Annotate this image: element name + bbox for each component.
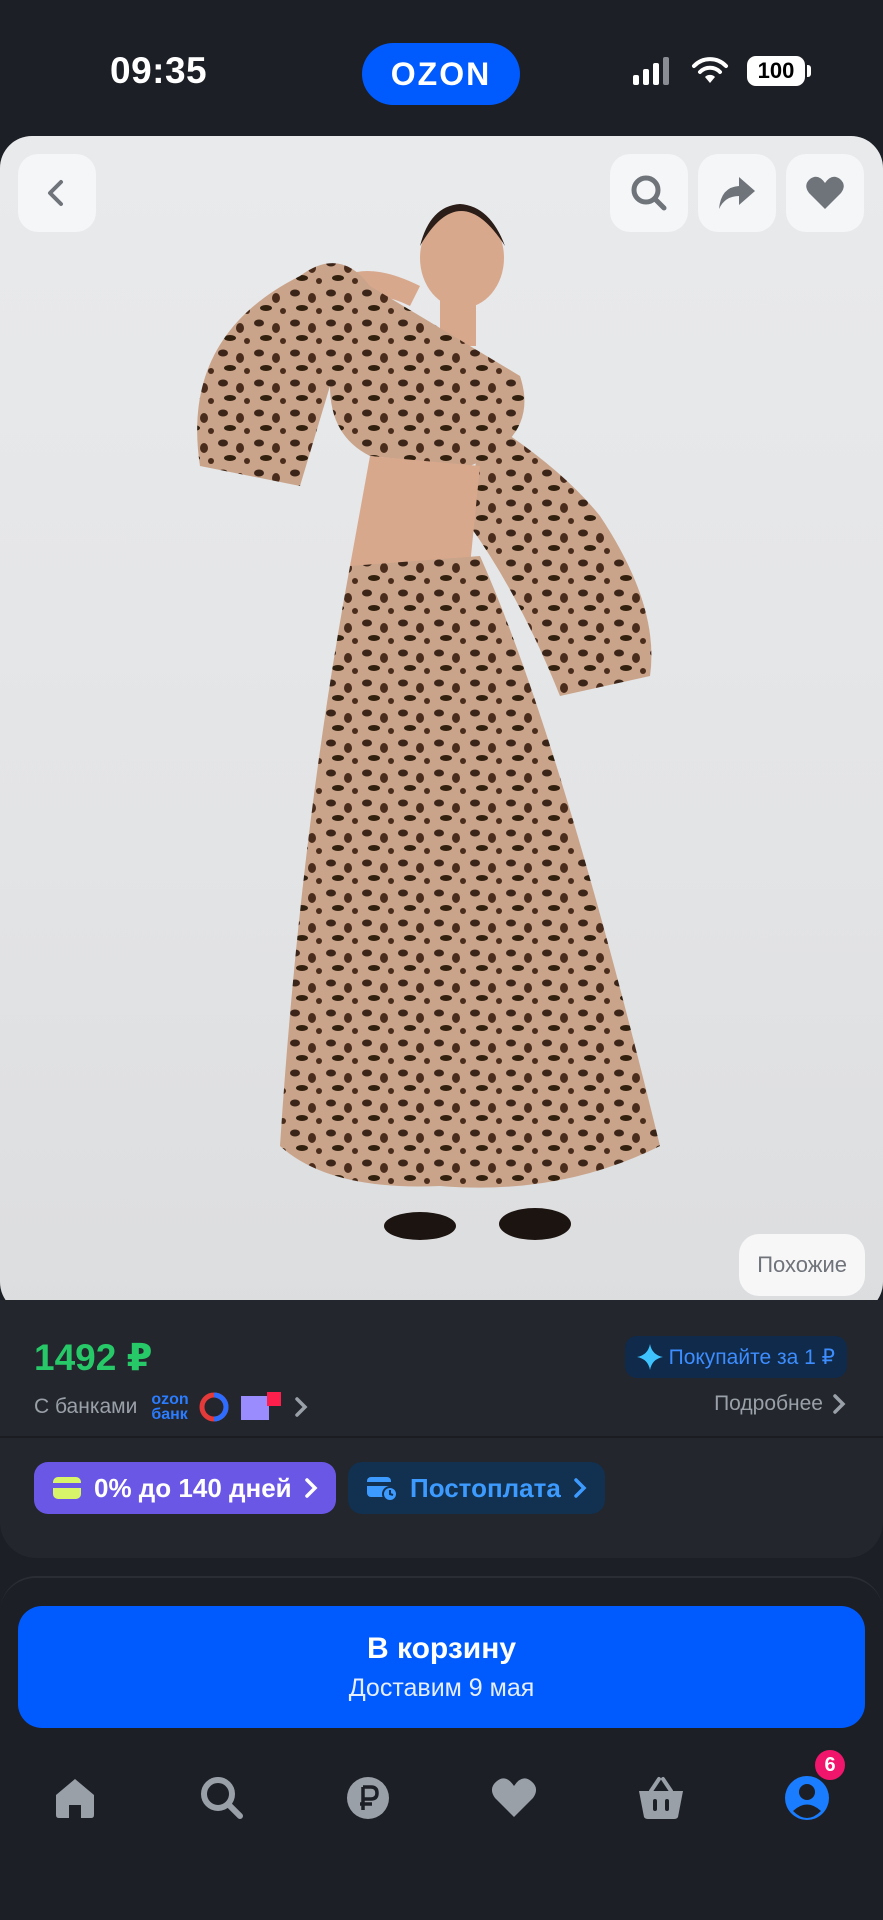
- more-label: Подробнее: [714, 1392, 823, 1415]
- ruble-icon: [347, 1777, 389, 1819]
- promo-label: Покупайте за 1 ₽: [668, 1345, 835, 1369]
- ozon-bank-logo-line1: ozon: [151, 1391, 189, 1408]
- profile-icon: [785, 1776, 829, 1820]
- banks-label: С банками: [34, 1395, 138, 1418]
- banks-row[interactable]: С банками ozon банк: [34, 1391, 309, 1423]
- signal-icon: [633, 57, 669, 85]
- ozon-logo: OZON: [362, 43, 520, 105]
- search-button[interactable]: [610, 154, 688, 232]
- tab-profile[interactable]: 6: [767, 1748, 847, 1838]
- share-button[interactable]: [698, 154, 776, 232]
- search-icon: [201, 1777, 243, 1819]
- tab-favorites[interactable]: [474, 1758, 554, 1838]
- bank-card-icon: [240, 1392, 281, 1420]
- tab-finance[interactable]: [328, 1758, 408, 1838]
- chevron-right-icon: [304, 1478, 318, 1498]
- status-bar: 09:35 OZON 100: [0, 0, 883, 138]
- price: 1492 ₽: [34, 1337, 153, 1378]
- chevron-right-icon: [574, 1478, 587, 1498]
- basket-icon: [639, 1777, 683, 1819]
- more-link[interactable]: Подробнее: [714, 1392, 847, 1416]
- heart-icon: [806, 176, 844, 209]
- postpay-button[interactable]: Постоплата: [348, 1462, 605, 1514]
- tab-search[interactable]: [182, 1758, 262, 1838]
- wifi-icon: [692, 57, 728, 83]
- sparkle-icon: [636, 1344, 663, 1370]
- bottom-panel: В корзину Доставим 9 мая 6: [0, 1576, 883, 1920]
- product-photo[interactable]: Похожие: [0, 136, 883, 1314]
- bank-logo-icon: [199, 1392, 229, 1422]
- price-card: 1492 ₽ Покупайте за 1 ₽ С банками ozon б…: [0, 1300, 883, 1558]
- share-icon: [719, 177, 755, 209]
- cart-count-badge: 6: [813, 1748, 847, 1782]
- promo-chip[interactable]: Покупайте за 1 ₽: [624, 1336, 847, 1378]
- installment-label: 0% до 140 дней: [94, 1472, 292, 1503]
- tab-bar: 6: [0, 1748, 883, 1858]
- ozon-bank-logo-line2: банк: [151, 1406, 188, 1423]
- home-icon: [56, 1779, 94, 1818]
- system-icons: 100: [633, 56, 811, 86]
- back-button[interactable]: [18, 154, 96, 232]
- cart-title: В корзину: [366, 1631, 517, 1665]
- heart-icon: [491, 1778, 537, 1817]
- back-icon: [48, 180, 63, 206]
- ozon-bank-logo: ozon банк: [151, 1391, 189, 1423]
- divider: [0, 1436, 883, 1438]
- search-icon: [631, 175, 667, 211]
- delivery-date: Доставим 9 мая: [348, 1673, 535, 1702]
- battery-indicator: 100: [747, 56, 811, 86]
- similar-button[interactable]: Похожие: [739, 1234, 865, 1296]
- clock: 09:35: [110, 50, 208, 91]
- installment-button[interactable]: 0% до 140 дней: [34, 1462, 336, 1514]
- wallet-clock-icon: [367, 1477, 398, 1502]
- tab-cart[interactable]: [621, 1758, 701, 1838]
- tab-home[interactable]: [35, 1758, 115, 1838]
- chevron-right-icon: [833, 1394, 846, 1414]
- card-icon: [53, 1477, 81, 1499]
- postpay-label: Постоплата: [410, 1472, 561, 1503]
- model-illustration: [197, 204, 660, 1240]
- add-to-cart-button[interactable]: В корзину Доставим 9 мая: [18, 1606, 865, 1728]
- chevron-right-icon: [294, 1397, 308, 1417]
- favorite-button[interactable]: [786, 154, 864, 232]
